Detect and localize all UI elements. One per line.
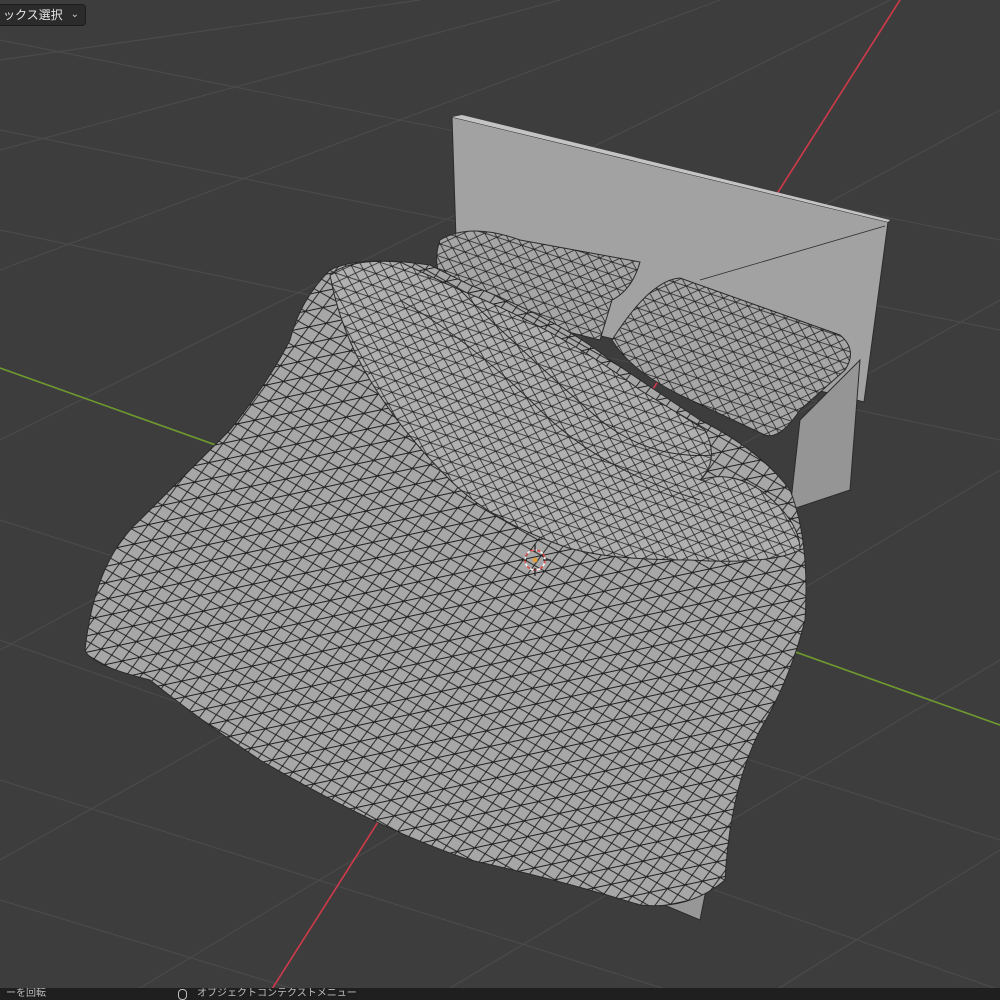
chevron-down-icon: ⌄ <box>70 9 80 20</box>
3d-viewport[interactable] <box>0 0 1000 1000</box>
select-mode-label: ックス選択 <box>3 8 63 22</box>
viewport-canvas[interactable] <box>0 0 1000 1000</box>
status-hint-context-menu: オブジェクトコンテクストメニュー <box>197 988 357 999</box>
select-mode-dropdown[interactable]: ックス選択 ⌄ <box>0 4 87 26</box>
status-bar: ーを回転 オブジェクトコンテクストメニュー <box>0 988 1000 1000</box>
mouse-right-icon <box>178 988 187 1000</box>
status-hint-rotate: ーを回転 <box>6 988 46 999</box>
